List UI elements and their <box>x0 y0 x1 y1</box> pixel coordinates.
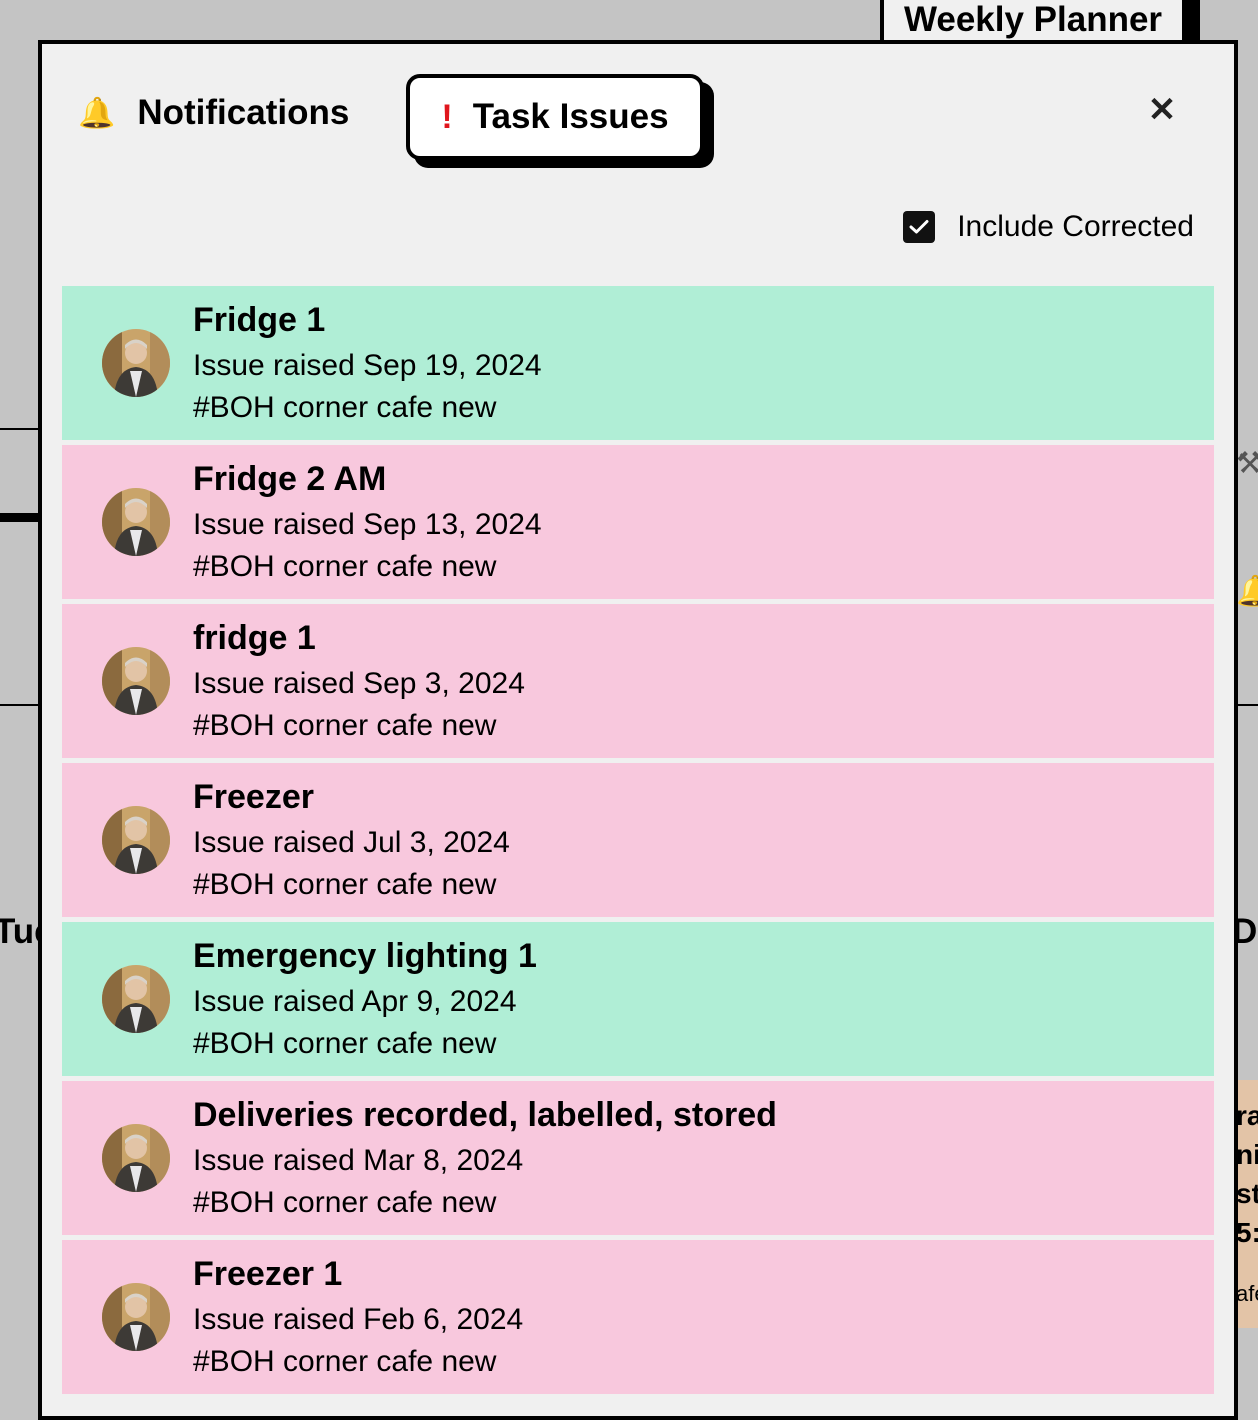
issue-location-tag: #BOH corner cafe new <box>193 1027 497 1060</box>
issue-item[interactable]: Freezer Issue raised Jul 3, 2024 #BOH co… <box>62 763 1214 917</box>
issue-location-tag: #BOH corner cafe new <box>193 550 497 583</box>
issue-raised-date: Issue raised Sep 13, 2024 <box>193 508 542 541</box>
avatar <box>102 488 170 556</box>
issue-details: Fridge 2 AM Issue raised Sep 13, 2024 #B… <box>193 459 542 585</box>
include-corrected-label: Include Corrected <box>957 210 1194 243</box>
avatar <box>102 965 170 1033</box>
issue-details: Freezer 1 Issue raised Feb 6, 2024 #BOH … <box>193 1254 523 1380</box>
close-icon: ✕ <box>1147 91 1177 129</box>
issue-raised-date: Issue raised Mar 8, 2024 <box>193 1144 524 1177</box>
issue-item[interactable]: Deliveries recorded, labelled, stored Is… <box>62 1081 1214 1235</box>
card-line: ni <box>1236 1139 1258 1170</box>
close-button[interactable]: ✕ <box>1146 92 1178 128</box>
task-issues-modal: 🔔 Notifications ! Task Issues ✕ Include … <box>38 40 1238 1420</box>
issue-raised-date: Issue raised Feb 6, 2024 <box>193 1303 524 1336</box>
issue-raised-date: Issue raised Sep 3, 2024 <box>193 667 525 700</box>
avatar <box>102 329 170 397</box>
issue-location-tag: #BOH corner cafe new <box>193 1186 497 1219</box>
divider <box>1236 704 1258 706</box>
checkmark-icon <box>909 220 929 234</box>
avatar <box>102 1124 170 1192</box>
tab-task-issues-wrapper: ! Task Issues <box>406 74 714 168</box>
issue-location-tag: #BOH corner cafe new <box>193 709 497 742</box>
tab-notifications[interactable]: 🔔 Notifications <box>78 88 349 138</box>
weekly-planner-tab[interactable]: Weekly Planner <box>880 0 1186 42</box>
issue-title: fridge 1 <box>193 619 316 657</box>
issue-raised-date: Issue raised Sep 19, 2024 <box>193 349 542 382</box>
bell-icon: 🔔 <box>1236 575 1258 608</box>
issue-location-tag: #BOH corner cafe new <box>193 868 497 901</box>
issue-title: Freezer 1 <box>193 1255 343 1293</box>
issue-item[interactable]: Fridge 1 Issue raised Sep 19, 2024 #BOH … <box>62 286 1214 440</box>
divider <box>0 513 40 522</box>
include-corrected-filter: Include Corrected <box>903 210 1194 244</box>
card-line: ra <box>1236 1100 1258 1131</box>
divider <box>0 428 40 430</box>
tab-task-issues-label: Task Issues <box>472 97 669 136</box>
issue-list: Fridge 1 Issue raised Sep 19, 2024 #BOH … <box>62 286 1214 1399</box>
issue-details: Fridge 1 Issue raised Sep 19, 2024 #BOH … <box>193 300 542 426</box>
issue-location-tag: #BOH corner cafe new <box>193 391 497 424</box>
issue-details: Freezer Issue raised Jul 3, 2024 #BOH co… <box>193 777 510 903</box>
card-line: 5:0 <box>1236 1217 1258 1248</box>
tab-task-issues[interactable]: ! Task Issues <box>406 74 704 160</box>
issue-details: Emergency lighting 1 Issue raised Apr 9,… <box>193 936 537 1062</box>
issue-raised-date: Issue raised Jul 3, 2024 <box>193 826 510 859</box>
exclamation-icon: ! <box>441 97 453 136</box>
issue-details: fridge 1 Issue raised Sep 3, 2024 #BOH c… <box>193 618 525 744</box>
tools-icon: ⚒ <box>1236 447 1258 480</box>
card-tag: afe <box>1236 1281 1258 1306</box>
planner-card[interactable]: ra ni st 5:0 afe <box>1236 1080 1258 1328</box>
issue-title: Fridge 1 <box>193 301 326 339</box>
issue-item[interactable]: Freezer 1 Issue raised Feb 6, 2024 #BOH … <box>62 1240 1214 1394</box>
avatar <box>102 1283 170 1351</box>
issue-title: Freezer <box>193 778 314 816</box>
issue-title: Deliveries recorded, labelled, stored <box>193 1096 777 1134</box>
card-line: st <box>1236 1178 1258 1209</box>
issue-title: Fridge 2 AM <box>193 460 387 498</box>
issue-title: Emergency lighting 1 <box>193 937 537 975</box>
bell-icon: 🔔 <box>78 96 116 130</box>
issue-raised-date: Issue raised Apr 9, 2024 <box>193 985 517 1018</box>
include-corrected-checkbox[interactable] <box>903 211 936 243</box>
issue-location-tag: #BOH corner cafe new <box>193 1345 497 1378</box>
tab-notifications-label: Notifications <box>137 93 350 132</box>
tab-shadow <box>1186 0 1200 42</box>
issue-item[interactable]: Emergency lighting 1 Issue raised Apr 9,… <box>62 922 1214 1076</box>
avatar <box>102 647 170 715</box>
issue-details: Deliveries recorded, labelled, stored Is… <box>193 1095 777 1221</box>
issue-item[interactable]: Fridge 2 AM Issue raised Sep 13, 2024 #B… <box>62 445 1214 599</box>
divider <box>0 704 40 706</box>
issue-item[interactable]: fridge 1 Issue raised Sep 3, 2024 #BOH c… <box>62 604 1214 758</box>
avatar <box>102 806 170 874</box>
